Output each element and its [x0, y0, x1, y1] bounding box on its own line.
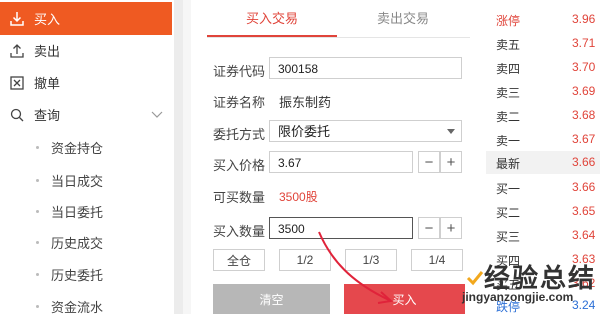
- submenu-fund-flow[interactable]: 资金流水: [36, 294, 103, 318]
- buy-button[interactable]: 买入: [344, 284, 465, 314]
- price-increase-button[interactable]: +: [440, 151, 462, 173]
- bullet-icon: [36, 209, 39, 213]
- ratio-third-button[interactable]: 1/3: [345, 249, 397, 271]
- dropdown-arrow-icon: [447, 129, 455, 134]
- available-qty-value: 3500股: [279, 190, 318, 204]
- quote-row-ask2[interactable]: 卖二 3.68: [494, 104, 600, 127]
- sidebar-item-query[interactable]: 查询: [0, 98, 172, 131]
- ratio-quarter-button[interactable]: 1/4: [411, 249, 463, 271]
- sidebar-item-label: 买入: [34, 12, 61, 27]
- ratio-half-button[interactable]: 1/2: [279, 249, 331, 271]
- quote-row-latest[interactable]: 最新 3.66: [486, 151, 600, 174]
- divider: [183, 0, 191, 314]
- order-type-select[interactable]: 限价委托: [269, 120, 462, 142]
- submenu-today-trades[interactable]: 当日成交: [36, 168, 103, 192]
- order-form: 买入交易 卖出交易 证券代码 300158 证券名称 振东制药 委托方式 限价委…: [191, 0, 486, 314]
- tab-sell-trade[interactable]: 卖出交易: [336, 0, 470, 37]
- submenu-history-orders[interactable]: 历史委托: [36, 262, 103, 286]
- sidebar: 买入 卖出 撤单 查询 资金持仓 当日成交 当日委托 历史成交 历史委托 资金流…: [0, 0, 174, 315]
- sidebar-item-cancel[interactable]: 撤单: [0, 66, 172, 99]
- tab-buy-trade[interactable]: 买入交易: [207, 0, 337, 37]
- download-icon: [9, 11, 25, 27]
- quote-row-bid3[interactable]: 买三 3.64: [494, 224, 600, 247]
- quote-row-bid2[interactable]: 买二 3.65: [494, 200, 600, 223]
- cancel-box-icon: [9, 75, 25, 91]
- sidebar-item-buy[interactable]: 买入: [0, 2, 172, 35]
- quote-panel: 涨停 3.96 卖五 3.71 卖四 3.70 卖三 3.69 卖二 3.68 卖一 3.6…: [486, 0, 600, 314]
- quote-row-ask4[interactable]: 卖四 3.70: [494, 56, 600, 79]
- bullet-icon: [36, 304, 39, 308]
- price-label: 买入价格: [213, 158, 266, 173]
- price-decrease-button[interactable]: −: [418, 151, 440, 173]
- code-label: 证券代码: [213, 64, 266, 79]
- quote-row-ask1[interactable]: 卖一 3.67: [494, 128, 600, 151]
- submenu-today-orders[interactable]: 当日委托: [36, 199, 103, 223]
- bullet-icon: [36, 272, 39, 276]
- bullet-icon: [36, 240, 39, 244]
- upload-icon: [9, 43, 25, 59]
- quote-row-ask3[interactable]: 卖三 3.69: [494, 80, 600, 103]
- qty-decrease-button[interactable]: −: [418, 217, 440, 239]
- qty-increase-button[interactable]: +: [440, 217, 462, 239]
- quote-row-bid4[interactable]: 买四 3.63: [494, 248, 600, 271]
- submenu-funds-positions[interactable]: 资金持仓: [36, 135, 103, 159]
- ratio-full-button[interactable]: 全仓: [213, 249, 265, 271]
- available-label: 可买数量: [213, 190, 266, 205]
- order-type-label: 委托方式: [213, 127, 266, 142]
- quantity-input[interactable]: 3500: [269, 217, 413, 239]
- price-input[interactable]: 3.67: [269, 151, 413, 173]
- sidebar-item-label: 撤单: [34, 76, 61, 91]
- search-icon: [9, 107, 25, 123]
- name-label: 证券名称: [213, 95, 266, 110]
- quote-row-bid1[interactable]: 买一 3.66: [494, 176, 600, 199]
- quote-row-bid5[interactable]: 买五 3.62: [494, 272, 600, 295]
- bullet-icon: [36, 145, 39, 149]
- security-name-value: 振东制药: [279, 95, 332, 110]
- security-code-input[interactable]: 300158: [269, 57, 462, 79]
- sidebar-scrollbar[interactable]: [174, 0, 183, 314]
- chevron-down-icon: [150, 107, 164, 124]
- submenu-history-trades[interactable]: 历史成交: [36, 230, 103, 254]
- sidebar-item-sell[interactable]: 卖出: [0, 34, 172, 67]
- quote-row-limit-up[interactable]: 涨停 3.96: [494, 8, 600, 31]
- qty-label: 买入数量: [213, 224, 266, 239]
- divider: [207, 37, 470, 38]
- sidebar-item-label: 查询: [34, 108, 61, 123]
- sidebar-item-label: 卖出: [34, 44, 61, 59]
- bullet-icon: [36, 178, 39, 182]
- quote-row-ask5[interactable]: 卖五 3.71: [494, 32, 600, 55]
- clear-button[interactable]: 清空: [213, 284, 330, 314]
